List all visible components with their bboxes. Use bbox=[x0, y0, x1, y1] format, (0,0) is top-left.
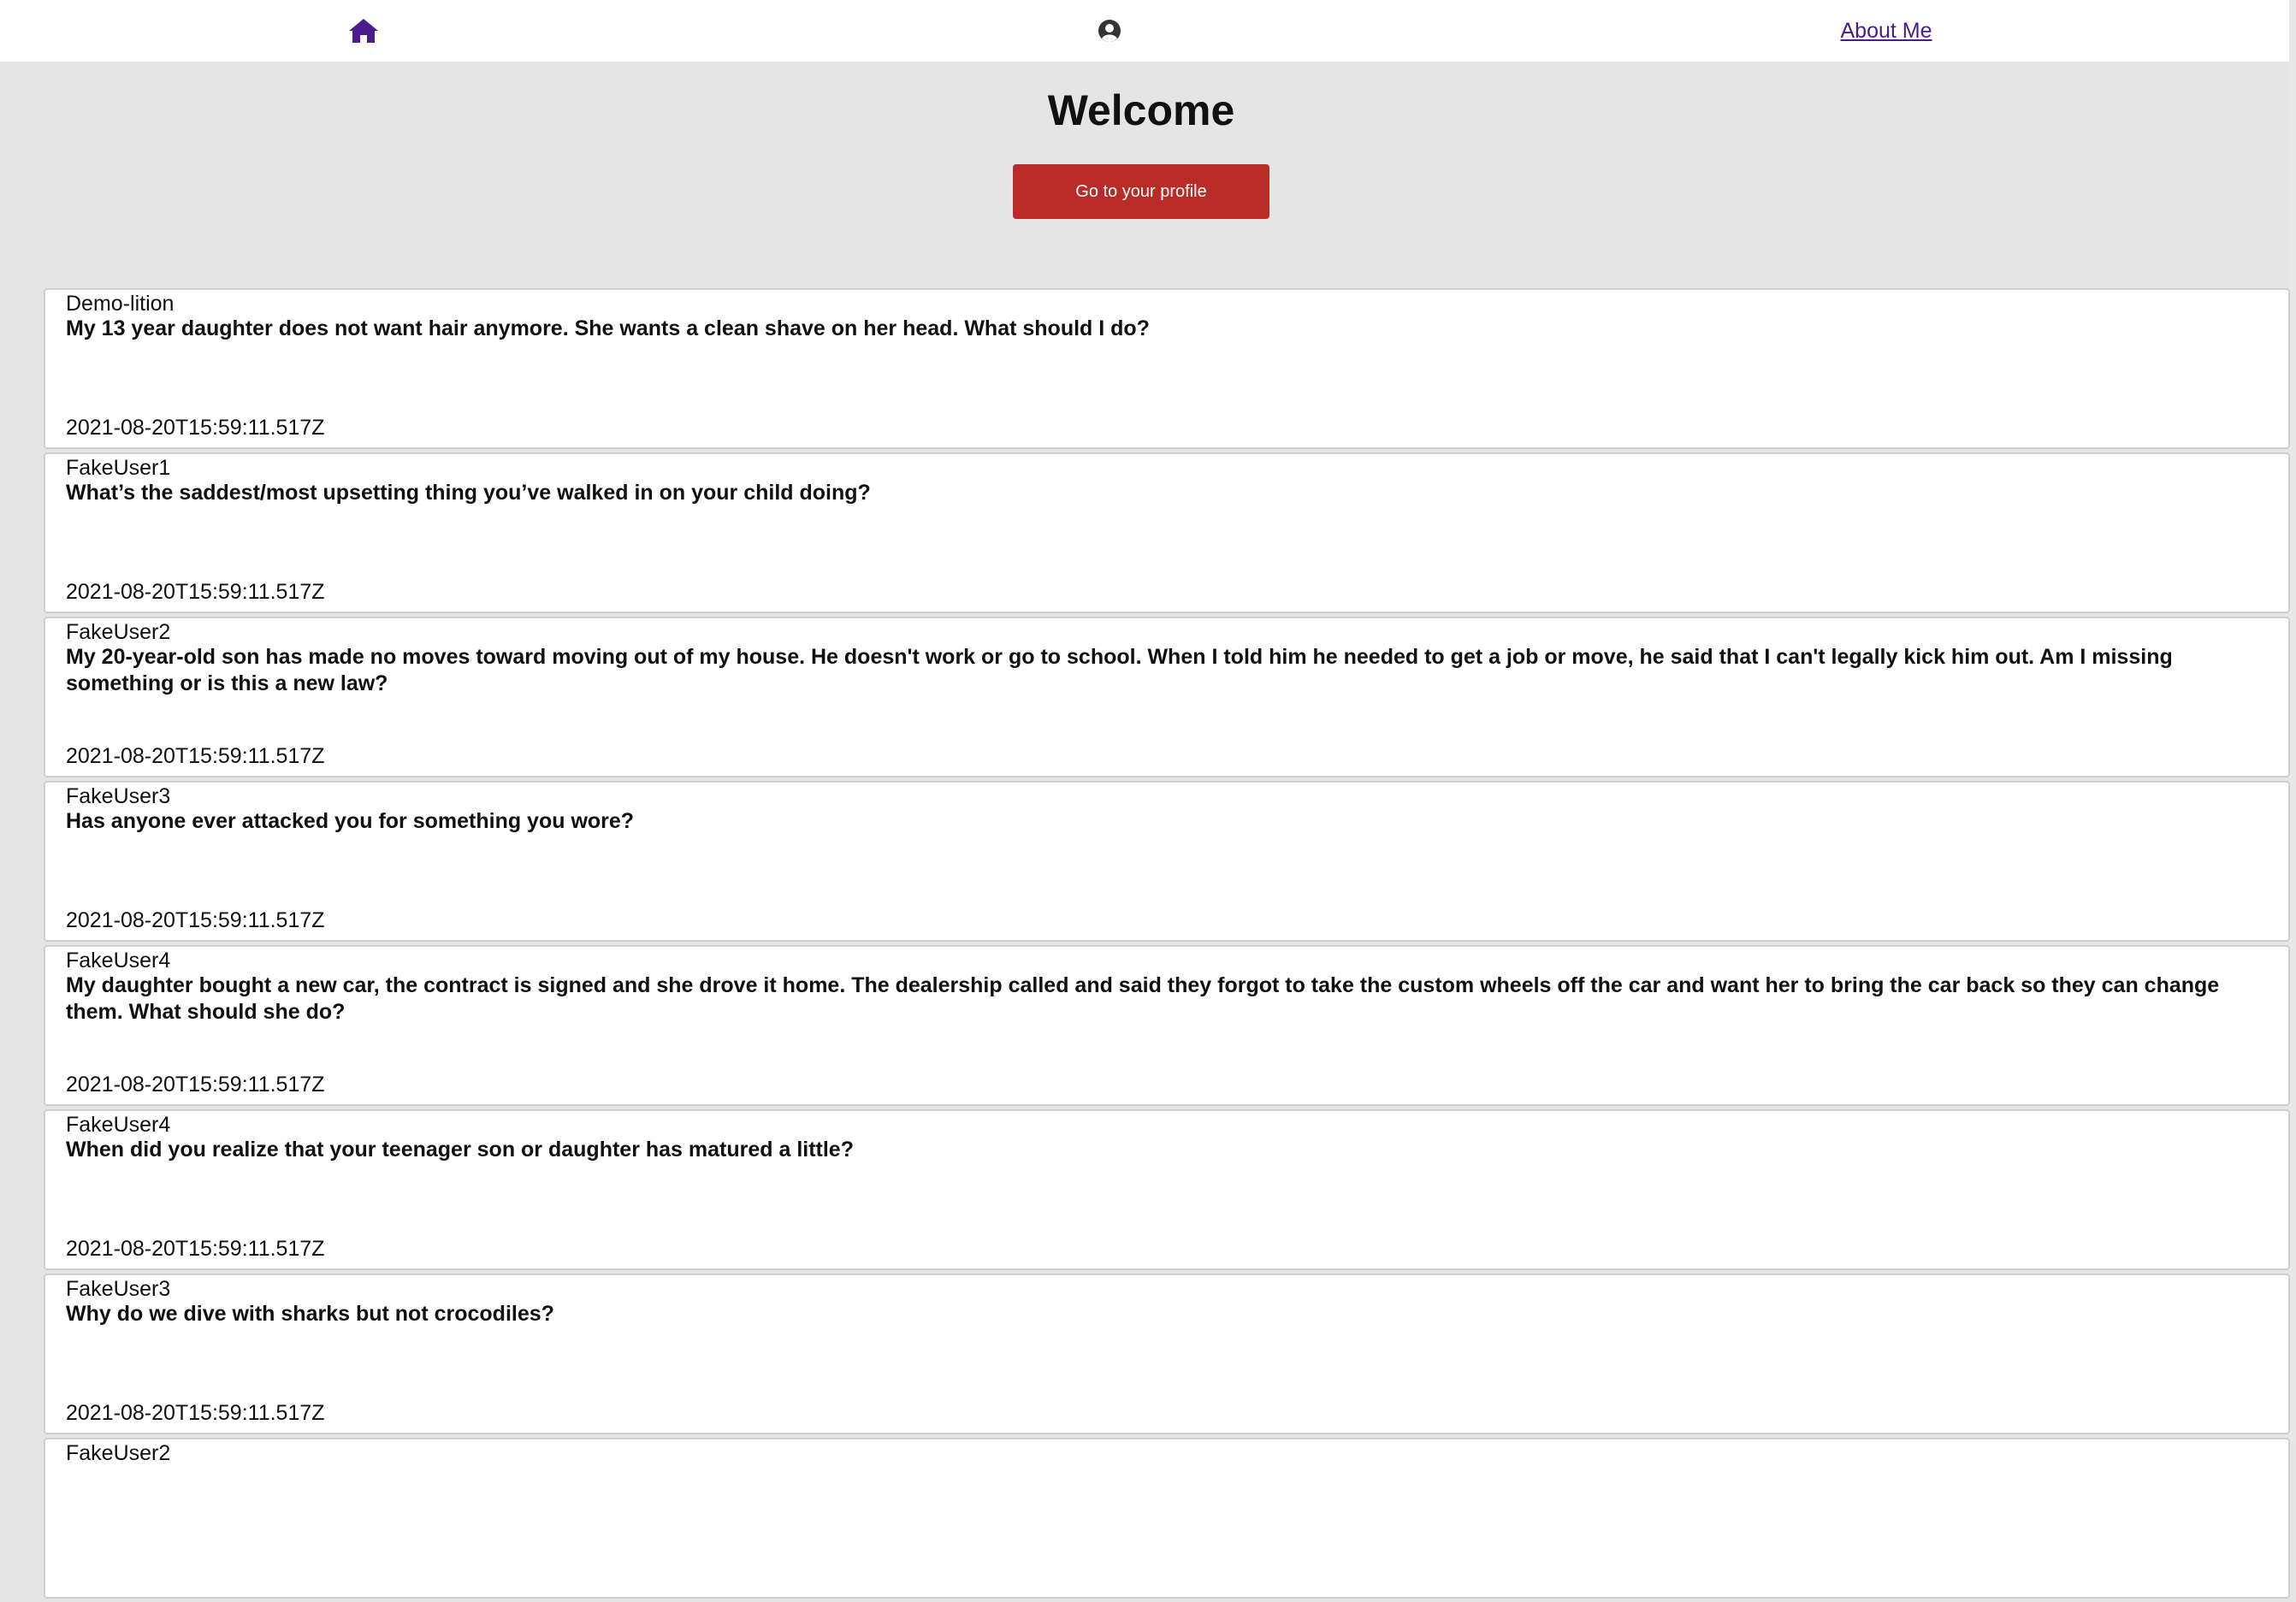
post-timestamp: 2021-08-20T15:59:11.517Z bbox=[66, 1401, 325, 1425]
post-author[interactable]: FakeUser3 bbox=[66, 784, 170, 809]
post-author[interactable]: FakeUser2 bbox=[66, 620, 170, 645]
post-timestamp: 2021-08-20T15:59:11.517Z bbox=[66, 744, 325, 768]
post-card[interactable]: Demo-lition My 13 year daughter does not… bbox=[44, 288, 2290, 449]
post-card[interactable]: FakeUser3 Why do we dive with sharks but… bbox=[44, 1274, 2290, 1434]
post-timestamp: 2021-08-20T15:59:11.517Z bbox=[66, 416, 325, 440]
question-feed: Demo-lition My 13 year daughter does not… bbox=[44, 288, 2290, 1602]
post-card[interactable]: FakeUser2 bbox=[44, 1438, 2290, 1599]
scrollbar[interactable] bbox=[2289, 0, 2296, 1444]
nav-profile-link[interactable] bbox=[1071, 0, 1148, 62]
user-circle-icon[interactable] bbox=[1098, 19, 1121, 43]
post-question[interactable]: My 13 year daughter does not want hair a… bbox=[66, 316, 2268, 342]
post-author[interactable]: FakeUser4 bbox=[66, 1113, 170, 1138]
page-title: Welcome bbox=[1047, 86, 1235, 134]
nav-about-item: About Me bbox=[1796, 0, 1976, 62]
about-me-link[interactable]: About Me bbox=[1840, 19, 1932, 44]
post-card[interactable]: FakeUser3 Has anyone ever attacked you f… bbox=[44, 781, 2290, 942]
post-question[interactable]: What’s the saddest/most upsetting thing … bbox=[66, 480, 2268, 506]
post-card[interactable]: FakeUser2 My 20-year-old son has made no… bbox=[44, 617, 2290, 777]
post-question[interactable]: My daughter bought a new car, the contra… bbox=[66, 972, 2268, 1026]
post-timestamp: 2021-08-20T15:59:11.517Z bbox=[66, 580, 325, 604]
post-author[interactable]: FakeUser3 bbox=[66, 1277, 170, 1302]
post-author[interactable]: FakeUser1 bbox=[66, 456, 170, 481]
post-question[interactable]: Why do we dive with sharks but not croco… bbox=[66, 1301, 2268, 1327]
post-card[interactable]: FakeUser4 When did you realize that your… bbox=[44, 1109, 2290, 1270]
post-question[interactable]: When did you realize that your teenager … bbox=[66, 1137, 2268, 1163]
home-icon[interactable] bbox=[347, 17, 380, 44]
post-author[interactable]: FakeUser2 bbox=[66, 1441, 170, 1466]
post-author[interactable]: FakeUser4 bbox=[66, 949, 170, 973]
post-card[interactable]: FakeUser4 My daughter bought a new car, … bbox=[44, 945, 2290, 1106]
top-navbar: About Me bbox=[0, 0, 2289, 62]
post-question[interactable]: My 20-year-old son has made no moves tow… bbox=[66, 644, 2268, 697]
post-card[interactable]: FakeUser1 What’s the saddest/most upsett… bbox=[44, 452, 2290, 613]
post-timestamp: 2021-08-20T15:59:11.517Z bbox=[66, 1073, 325, 1097]
nav-home-link[interactable] bbox=[325, 0, 402, 62]
go-to-profile-button[interactable]: Go to your profile bbox=[1013, 164, 1269, 219]
post-timestamp: 2021-08-20T15:59:11.517Z bbox=[66, 1237, 325, 1261]
post-timestamp: 2021-08-20T15:59:11.517Z bbox=[66, 908, 325, 932]
post-author[interactable]: Demo-lition bbox=[66, 292, 174, 316]
post-question[interactable]: Has anyone ever attacked you for somethi… bbox=[66, 808, 2268, 835]
